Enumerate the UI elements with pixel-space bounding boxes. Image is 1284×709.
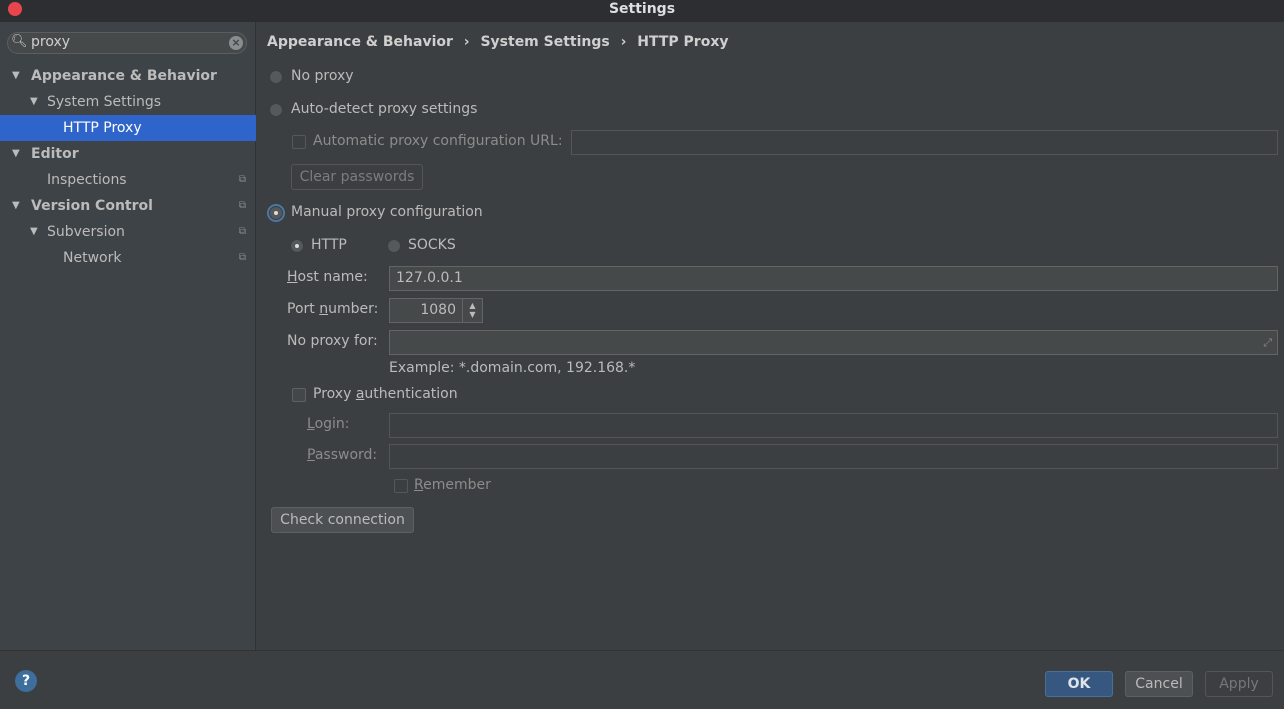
sidebar-item-version-control[interactable]: ▼ Version Control ⧉ — [0, 193, 256, 219]
auto-detect-label[interactable]: Auto-detect proxy settings — [291, 101, 477, 117]
breadcrumb-item: HTTP Proxy — [637, 34, 729, 50]
project-scope-icon: ⧉ — [238, 174, 246, 185]
window-title: Settings — [608, 1, 676, 17]
proxy-authentication-label[interactable]: Proxy authentication — [313, 386, 458, 402]
project-scope-icon: ⧉ — [238, 200, 246, 211]
clear-passwords-button[interactable]: Clear passwords — [291, 164, 423, 190]
tree-label: Subversion — [47, 224, 125, 240]
label-text: emember — [423, 477, 491, 493]
clear-search-icon[interactable]: × — [229, 36, 243, 50]
label-text: Proxy — [313, 386, 356, 402]
check-connection-button[interactable]: Check connection — [271, 507, 414, 533]
socks-label[interactable]: SOCKS — [408, 237, 456, 253]
no-proxy-label[interactable]: No proxy — [291, 68, 354, 84]
mnemonic: n — [319, 301, 329, 317]
auto-detect-radio[interactable] — [269, 103, 283, 117]
sidebar-item-editor[interactable]: ▼ Editor — [0, 141, 256, 167]
tree-label: System Settings — [47, 94, 162, 110]
ok-button[interactable]: OK — [1045, 671, 1113, 697]
label-text: uthentication — [364, 386, 458, 402]
search-icon[interactable]: 🔍︎ — [11, 34, 28, 49]
remember-label[interactable]: Remember — [414, 477, 491, 493]
http-radio[interactable] — [290, 239, 304, 253]
no-proxy-for-input[interactable]: ⤢ — [389, 330, 1278, 355]
label-text: umber: — [328, 301, 379, 317]
port-number-spinner[interactable]: 1080 ▲ ▼ — [389, 298, 483, 323]
chevron-down-icon[interactable]: ▼ — [12, 63, 20, 89]
search-value[interactable]: proxy — [31, 34, 70, 50]
password-input[interactable] — [389, 444, 1278, 469]
breadcrumb-separator: › — [620, 34, 627, 50]
auto-config-url-label: Automatic proxy configuration URL: — [313, 133, 563, 149]
tree-label: Version Control — [31, 198, 153, 214]
chevron-down-icon[interactable]: ▼ — [30, 219, 38, 245]
mnemonic: H — [287, 269, 298, 285]
label-text: assword: — [314, 447, 378, 463]
breadcrumb-separator: › — [463, 34, 470, 50]
login-input[interactable] — [389, 413, 1278, 438]
help-icon[interactable]: ? — [15, 670, 37, 692]
auto-config-url-checkbox[interactable] — [292, 135, 306, 149]
remember-checkbox[interactable] — [394, 479, 408, 493]
password-label: Password: — [307, 447, 377, 463]
tree-label: Appearance & Behavior — [31, 68, 217, 84]
chevron-down-icon[interactable]: ▼ — [12, 141, 20, 167]
breadcrumb-item: Appearance & Behavior — [267, 34, 453, 50]
chevron-down-icon[interactable]: ▼ — [30, 89, 38, 115]
http-label[interactable]: HTTP — [311, 237, 347, 253]
title-bar: Settings — [0, 0, 1284, 22]
spinner-arrows-icon[interactable]: ▲ ▼ — [462, 299, 482, 322]
tree-label: Network — [63, 250, 122, 266]
manual-proxy-radio[interactable] — [269, 206, 283, 220]
tree-label: Editor — [31, 146, 79, 162]
project-scope-icon: ⧉ — [238, 226, 246, 237]
login-label: Login: — [307, 416, 350, 432]
breadcrumb-item: System Settings — [480, 34, 610, 50]
sidebar-item-inspections[interactable]: Inspections ⧉ — [0, 167, 256, 193]
sidebar-item-appearance-behavior[interactable]: ▼ Appearance & Behavior — [0, 63, 256, 89]
auto-config-url-input[interactable] — [571, 130, 1278, 155]
breadcrumb: Appearance & Behavior › System Settings … — [267, 34, 728, 50]
manual-proxy-label[interactable]: Manual proxy configuration — [291, 204, 483, 220]
proxy-authentication-checkbox[interactable] — [292, 388, 306, 402]
apply-button[interactable]: Apply — [1205, 671, 1273, 697]
project-scope-icon: ⧉ — [238, 252, 246, 263]
sidebar-item-network[interactable]: Network ⧉ — [0, 245, 256, 271]
host-name-label: Host name: — [287, 269, 368, 285]
mnemonic: P — [307, 447, 315, 463]
port-number-label: Port number: — [287, 301, 378, 317]
sidebar-item-system-settings[interactable]: ▼ System Settings — [0, 89, 256, 115]
sidebar-item-subversion[interactable]: ▼ Subversion ⧉ — [0, 219, 256, 245]
label-text: ost name: — [297, 269, 368, 285]
chevron-down-icon[interactable]: ▼ — [12, 193, 20, 219]
sidebar-item-http-proxy[interactable]: HTTP Proxy — [0, 115, 256, 141]
no-proxy-for-label: No proxy for: — [287, 333, 378, 349]
example-hint: Example: *.domain.com, 192.168.* — [389, 360, 636, 376]
label-text: ogin: — [314, 416, 350, 432]
no-proxy-radio[interactable] — [269, 70, 283, 84]
tree-label: Inspections — [47, 172, 127, 188]
close-window-button[interactable] — [8, 2, 22, 16]
expand-icon[interactable]: ⤢ — [1263, 331, 1272, 354]
host-name-input[interactable]: 127.0.0.1 — [389, 266, 1278, 291]
mnemonic: R — [414, 477, 424, 493]
socks-radio[interactable] — [387, 239, 401, 253]
label-text: Port — [287, 301, 320, 317]
tree-label: HTTP Proxy — [63, 120, 142, 136]
cancel-button[interactable]: Cancel — [1125, 671, 1193, 697]
port-value[interactable]: 1080 — [420, 302, 456, 318]
mnemonic: L — [307, 416, 315, 432]
search-input[interactable]: 🔍︎ proxy × — [7, 32, 247, 54]
